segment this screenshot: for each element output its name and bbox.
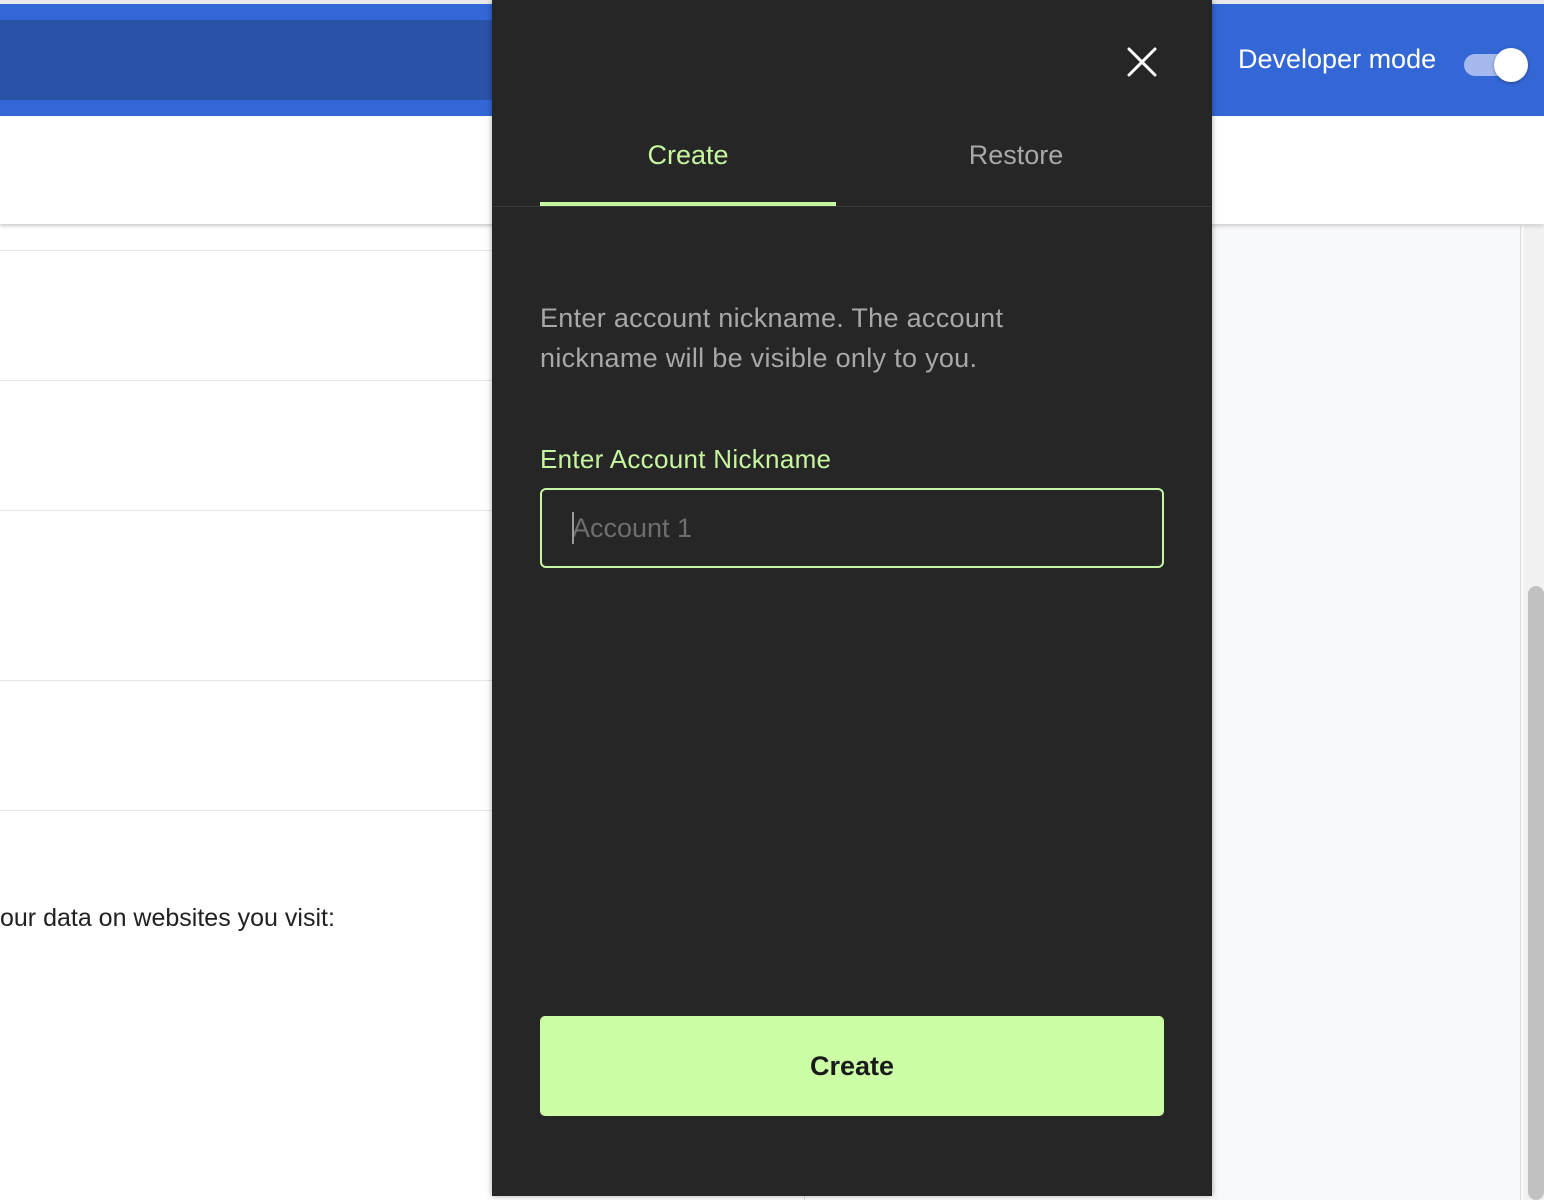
nickname-description: Enter account nickname. The account nick… <box>540 303 1004 373</box>
site-access-text: our data on websites you visit: <box>0 904 335 932</box>
toggle-knob <box>1494 48 1528 82</box>
nickname-label: Enter Account Nickname <box>540 444 832 474</box>
card-divider <box>0 680 492 681</box>
developer-mode-label: Developer mode <box>1238 44 1437 74</box>
tab-restore[interactable]: Restore <box>868 120 1164 206</box>
scrollbar-thumb[interactable] <box>1528 586 1544 1200</box>
card-edge <box>1520 226 1521 1200</box>
header-search-area <box>0 20 492 100</box>
card-side-pane <box>1212 226 1520 1200</box>
card-divider <box>0 380 492 381</box>
wallet-popup: Create Restore Enter account nickname. T… <box>492 0 1212 1196</box>
card-divider <box>0 810 492 811</box>
close-button[interactable] <box>1122 42 1162 82</box>
nickname-input[interactable] <box>540 488 1164 568</box>
card-divider <box>0 250 492 251</box>
developer-mode-toggle[interactable] <box>1464 48 1528 82</box>
text-cursor <box>572 512 574 544</box>
tab-create[interactable]: Create <box>540 120 836 206</box>
close-icon <box>1127 47 1157 77</box>
active-tab-indicator <box>540 202 836 206</box>
create-button[interactable]: Create <box>540 1016 1164 1116</box>
tab-bar: Create Restore <box>492 120 1212 207</box>
card-divider <box>0 510 492 511</box>
